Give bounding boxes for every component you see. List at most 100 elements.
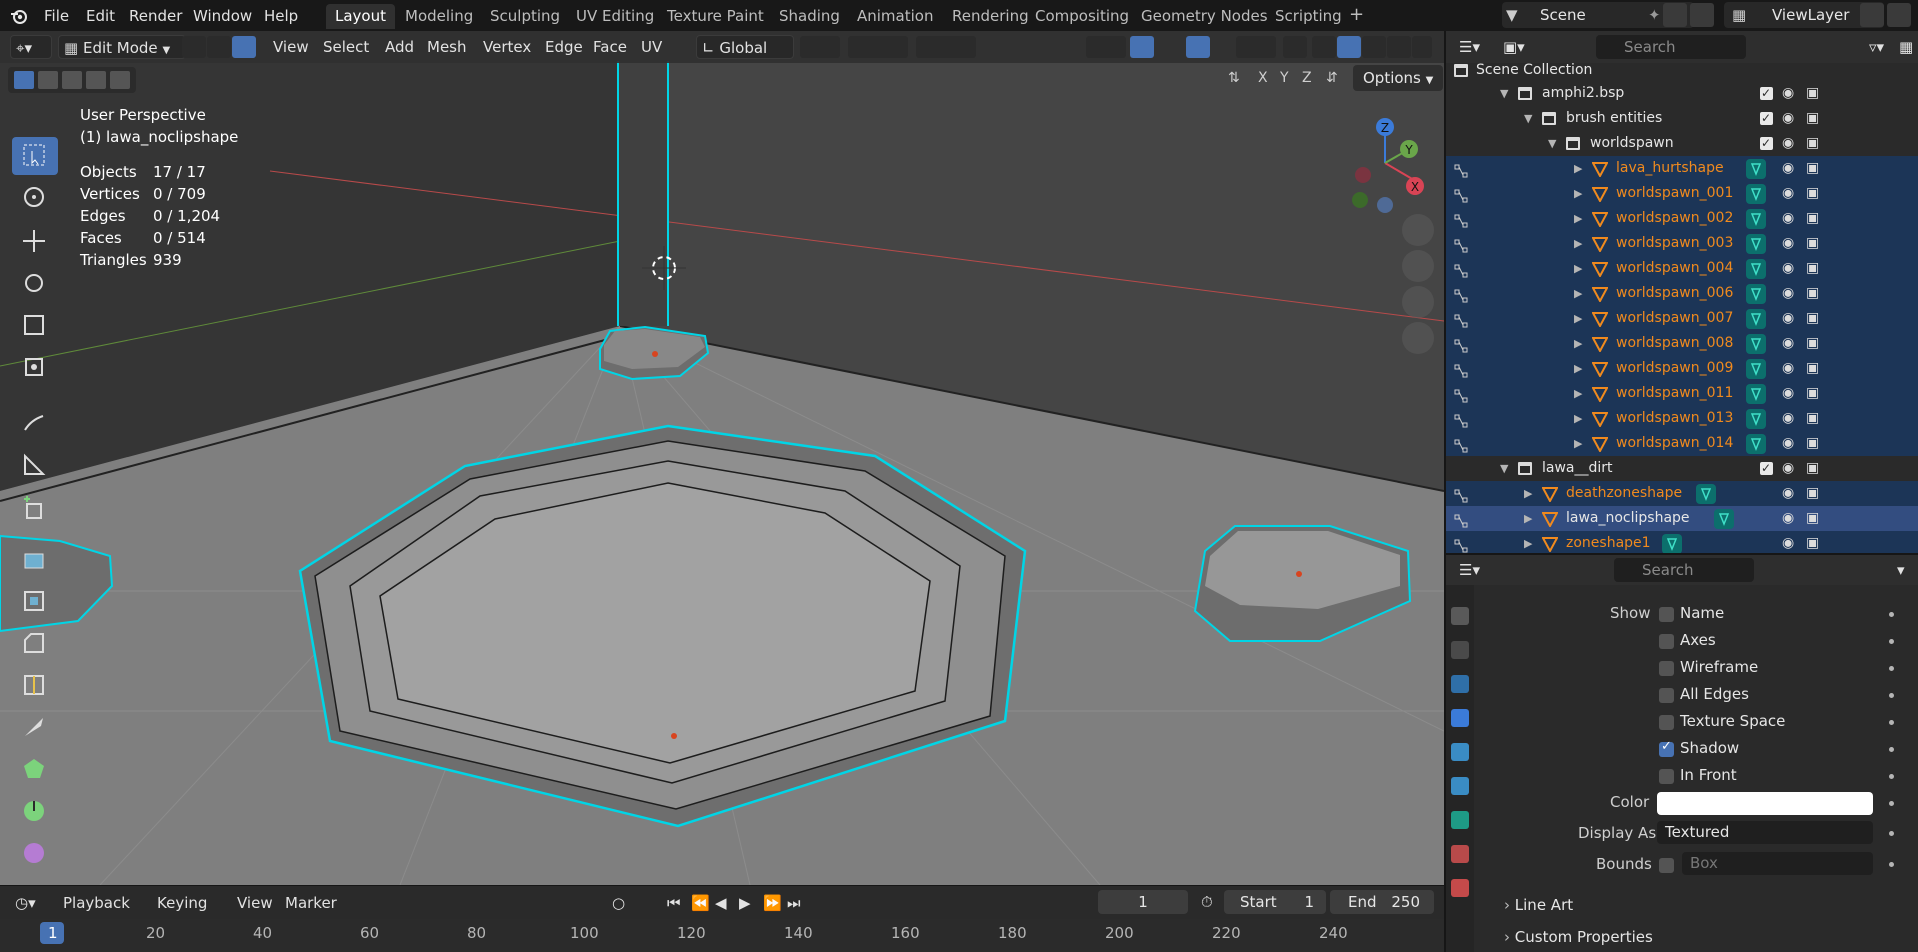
- eye-icon[interactable]: ◉: [1782, 506, 1794, 531]
- expand-arrow-icon[interactable]: ▶: [1574, 281, 1582, 306]
- camera-icon[interactable]: ▣: [1806, 356, 1819, 381]
- snap-icon[interactable]: [848, 36, 908, 58]
- exclude-checkbox[interactable]: [1760, 81, 1773, 106]
- transform-tool[interactable]: [12, 349, 58, 387]
- zoom-icon[interactable]: [1402, 214, 1434, 246]
- jump-end-icon[interactable]: ⏭: [782, 891, 806, 915]
- menu-edge[interactable]: Edge: [540, 35, 588, 59]
- eye-icon[interactable]: ◉: [1782, 206, 1794, 231]
- edit-mode-toggle-icon[interactable]: [1454, 212, 1468, 228]
- modifiers-tab-icon[interactable]: [1451, 675, 1469, 693]
- eye-icon[interactable]: ◉: [1782, 281, 1794, 306]
- tab-sculpting[interactable]: Sculpting: [481, 4, 569, 29]
- edit-mode-toggle-icon[interactable]: [1454, 412, 1468, 428]
- tab-modeling[interactable]: Modeling: [396, 4, 482, 29]
- camera-icon[interactable]: ▣: [1806, 431, 1819, 456]
- eye-icon[interactable]: ◉: [1782, 431, 1794, 456]
- tab-compositing[interactable]: Compositing: [1026, 4, 1138, 29]
- expand-arrow-icon[interactable]: ▶: [1574, 431, 1582, 456]
- edit-mode-toggle-icon[interactable]: [1454, 487, 1468, 503]
- overlay-toggle-icon[interactable]: [1186, 36, 1210, 58]
- object-color-swatch[interactable]: [1657, 792, 1873, 815]
- camera-icon[interactable]: ▣: [1806, 231, 1819, 256]
- menu-render[interactable]: Render: [123, 5, 188, 27]
- outliner-editor-icon[interactable]: ☰▾: [1454, 35, 1485, 59]
- edit-mode-toggle-icon[interactable]: [1454, 312, 1468, 328]
- eye-icon[interactable]: ◉: [1782, 331, 1794, 356]
- material-tab-icon[interactable]: [1451, 845, 1469, 863]
- camera-icon[interactable]: ▣: [1806, 256, 1819, 281]
- expand-arrow-icon[interactable]: ▶: [1524, 531, 1532, 553]
- edit-mode-toggle-icon[interactable]: [1454, 387, 1468, 403]
- mesh-data-icon[interactable]: [1746, 284, 1767, 304]
- menu-help[interactable]: Help: [258, 5, 304, 27]
- annotate-tool[interactable]: [12, 405, 58, 443]
- new-collection-icon[interactable]: ▦: [1894, 35, 1918, 59]
- poly-build-tool[interactable]: [12, 751, 58, 789]
- camera-icon[interactable]: ▣: [1806, 531, 1819, 553]
- outliner-row[interactable]: ▶ worldspawn_006 ◉ ▣: [1446, 281, 1918, 306]
- outliner-row[interactable]: ▶ worldspawn_007 ◉ ▣: [1446, 306, 1918, 331]
- constraints-tab-icon[interactable]: [1451, 777, 1469, 795]
- 3d-viewport[interactable]: ⌖▾ ▦ Edit Mode ▼ View Select Add Mesh Ve…: [0, 31, 1444, 885]
- mirror-x-toggle[interactable]: X: [1258, 65, 1268, 91]
- eye-icon[interactable]: ◉: [1782, 106, 1794, 131]
- edge-select-icon[interactable]: [207, 36, 231, 58]
- menu-select[interactable]: Select: [318, 35, 374, 59]
- camera-icon[interactable]: ▣: [1806, 331, 1819, 356]
- move-tool[interactable]: [12, 223, 58, 261]
- solid-shading-icon[interactable]: [1337, 36, 1361, 58]
- expand-arrow-icon[interactable]: ▶: [1574, 231, 1582, 256]
- ortho-toggle-icon[interactable]: [1402, 322, 1434, 354]
- expand-arrow-icon[interactable]: ▼: [1500, 456, 1508, 481]
- outliner-row[interactable]: ▶ worldspawn_014 ◉ ▣: [1446, 431, 1918, 456]
- stopwatch-icon[interactable]: ⏱: [1196, 890, 1218, 914]
- properties-editor-icon[interactable]: ☰▾: [1454, 558, 1485, 582]
- eye-icon[interactable]: ◉: [1782, 156, 1794, 181]
- eye-icon[interactable]: ◉: [1782, 356, 1794, 381]
- show-texture-space-checkbox[interactable]: [1659, 715, 1674, 730]
- camera-icon[interactable]: ▣: [1806, 81, 1819, 106]
- camera-icon[interactable]: ▣: [1806, 106, 1819, 131]
- edit-mode-toggle-icon[interactable]: [1454, 362, 1468, 378]
- keying-menu[interactable]: Keying: [152, 891, 212, 915]
- mesh-data-icon[interactable]: [1662, 534, 1682, 553]
- bevel-tool[interactable]: [12, 625, 58, 663]
- mesh-data-icon[interactable]: [1746, 184, 1767, 204]
- eye-icon[interactable]: ◉: [1782, 381, 1794, 406]
- tab-layout[interactable]: Layout: [326, 4, 395, 29]
- knife-tool[interactable]: [12, 709, 58, 747]
- eye-icon[interactable]: ◉: [1782, 406, 1794, 431]
- blender-logo-icon[interactable]: [10, 7, 28, 25]
- face-select-icon[interactable]: [232, 36, 256, 58]
- select-box-tool[interactable]: [12, 137, 58, 175]
- expand-arrow-icon[interactable]: ▶: [1574, 206, 1582, 231]
- eye-icon[interactable]: ◉: [1782, 181, 1794, 206]
- mirror-y-toggle[interactable]: Y: [1280, 65, 1289, 91]
- navigation-gizmo[interactable]: Z Y X: [1330, 106, 1440, 216]
- loop-cut-tool[interactable]: [12, 667, 58, 705]
- keyframe-dot-icon[interactable]: [1889, 720, 1894, 725]
- add-workspace-icon[interactable]: +: [1349, 4, 1364, 25]
- shading-options-icon[interactable]: [1412, 36, 1432, 58]
- material-shading-icon[interactable]: [1362, 36, 1386, 58]
- tab-animation[interactable]: Animation: [848, 4, 942, 29]
- keyframe-dot-icon[interactable]: [1889, 774, 1894, 779]
- camera-icon[interactable]: ▣: [1806, 306, 1819, 331]
- jump-start-icon[interactable]: ⏮: [662, 891, 686, 915]
- panel-line-art[interactable]: › Line Art: [1504, 891, 1914, 919]
- editor-type-dropdown[interactable]: ⌖▾: [10, 35, 52, 59]
- eye-icon[interactable]: ◉: [1782, 256, 1794, 281]
- camera-icon[interactable]: ▣: [1806, 481, 1819, 506]
- camera-icon[interactable]: ▣: [1806, 156, 1819, 181]
- transform-orientation-dropdown[interactable]: ∟ Global: [696, 35, 794, 59]
- expand-arrow-icon[interactable]: ▶: [1524, 481, 1532, 506]
- outliner-row[interactable]: ▼ lawa__dirt ◉ ▣: [1446, 456, 1918, 481]
- smooth-tool[interactable]: [12, 835, 58, 873]
- proportional-edit-icon[interactable]: [916, 36, 976, 58]
- panel-custom-properties[interactable]: › Custom Properties: [1504, 923, 1914, 951]
- camera-icon[interactable]: ▣: [1806, 206, 1819, 231]
- particles-tab-icon[interactable]: [1451, 709, 1469, 727]
- edit-mode-toggle-icon[interactable]: [1454, 337, 1468, 353]
- outliner-row[interactable]: ▶ worldspawn_004 ◉ ▣: [1446, 256, 1918, 281]
